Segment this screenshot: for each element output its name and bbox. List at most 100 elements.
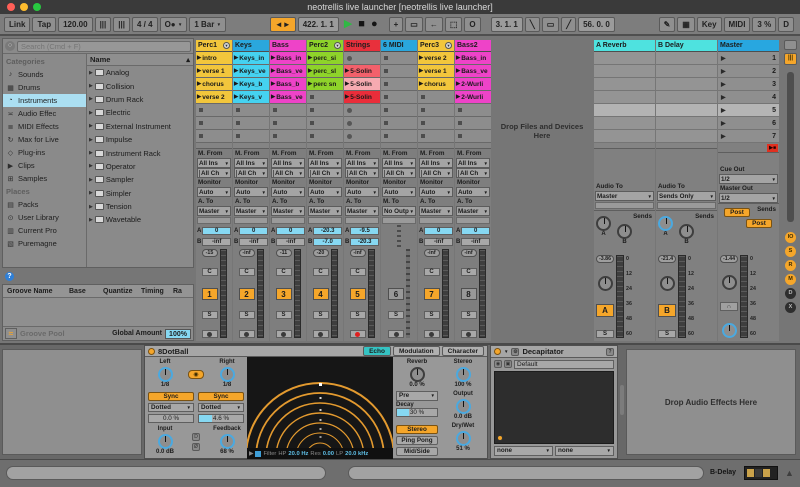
expand-icon[interactable]: ▶ (89, 163, 93, 169)
list-item[interactable]: ▶Drum Rack (87, 93, 193, 106)
expand-icon[interactable]: ▶ (89, 70, 93, 76)
volume-field[interactable]: -inf (461, 249, 477, 257)
quantize-header[interactable]: Quantize (103, 288, 141, 295)
expand-icon[interactable]: ▶ (89, 190, 93, 196)
clip-record-icon[interactable] (347, 121, 352, 126)
scene-play-icon[interactable]: ▶ (721, 55, 726, 62)
track-header[interactable]: Perc2▼ (307, 40, 343, 52)
clip-stop-icon[interactable] (384, 108, 388, 112)
clip-stop-icon[interactable] (273, 121, 277, 125)
scene-play-icon[interactable]: ▶ (721, 120, 726, 127)
clip-play-icon[interactable]: ▶ (308, 55, 312, 61)
scene-slot[interactable]: ▶7 (718, 130, 779, 143)
send-b-field[interactable]: -inf (202, 238, 231, 246)
follow-button[interactable]: ◄► (270, 17, 296, 32)
cue-volume-knob[interactable] (722, 323, 737, 338)
link-button[interactable]: Link (4, 17, 30, 32)
list-item[interactable]: ▶Instrument Rack (87, 146, 193, 159)
expand-icon[interactable]: ▶ (89, 137, 93, 143)
empty-clip-slot[interactable] (307, 117, 343, 130)
scene-play-icon[interactable]: ▶ (721, 107, 726, 114)
send-b-field[interactable]: -7.0 (313, 238, 342, 246)
left-offset-field[interactable]: 0.0 % (148, 414, 194, 423)
clip-stop-icon[interactable] (458, 134, 462, 138)
empty-clip-slot[interactable] (307, 130, 343, 143)
tab-echo[interactable]: Echo (363, 346, 391, 356)
stop-all-clips-button[interactable]: ▶■ (767, 144, 778, 152)
clip-slot[interactable]: ▶Bass_ve (455, 65, 491, 78)
monitor-select[interactable]: Auto▼ (271, 187, 305, 197)
scene-slot[interactable]: ▶3 (718, 78, 779, 91)
output-select[interactable]: Master▼ (456, 206, 490, 216)
arm-button[interactable] (202, 330, 218, 338)
level-meter[interactable] (257, 249, 264, 338)
input-type-select[interactable]: All Ins▼ (419, 158, 453, 168)
clip-slot[interactable]: ▶2-Wurli (455, 91, 491, 104)
clip-stop-icon[interactable] (310, 121, 314, 125)
clip-slot[interactable]: ▶Bass_in (455, 52, 491, 65)
track-header[interactable]: Strings (344, 40, 380, 52)
mixer-view-icon[interactable]: ||| (784, 53, 797, 65)
clip-slot[interactable]: ▶Bass_ve (270, 91, 306, 104)
track-header[interactable]: B Delay (656, 40, 717, 52)
clip-play-icon[interactable]: ▶ (234, 81, 238, 87)
scene-overview-button[interactable] (784, 40, 797, 50)
filter-toggle-icon[interactable] (255, 451, 261, 457)
reverb-knob[interactable] (410, 367, 425, 382)
output-select[interactable]: Master▼ (234, 206, 268, 216)
monitor-select[interactable]: Auto▼ (382, 187, 416, 197)
wrench-icon[interactable]: ⚙ (511, 348, 519, 356)
scene-play-icon[interactable]: ▶ (721, 94, 726, 101)
clip-slot[interactable]: ▶verse 1 (418, 65, 454, 78)
input-channel-select[interactable]: All Ch▼ (308, 168, 342, 178)
loop-button[interactable]: ▭ (542, 17, 560, 32)
sidebar-item-samples[interactable]: ⊞Samples (3, 172, 86, 185)
input-channel-select[interactable]: All Ch▼ (382, 168, 416, 178)
clip-slot[interactable]: ▶Keys_ve (233, 65, 269, 78)
empty-clip-slot[interactable] (344, 52, 380, 65)
clip-stop-icon[interactable] (199, 108, 203, 112)
output-select[interactable]: Master▼ (197, 206, 231, 216)
clip-slot[interactable]: ▶chorus (196, 78, 232, 91)
list-item[interactable]: ▶Tension (87, 200, 193, 213)
clip-slot[interactable]: ▶Keys_v (233, 91, 269, 104)
clip-slot[interactable]: ▶intro (196, 52, 232, 65)
track-activator[interactable]: 2 (239, 288, 255, 300)
timing-header[interactable]: Timing (141, 288, 173, 295)
sidebar-item-instruments[interactable]: ◔Instruments (3, 94, 86, 107)
empty-clip-slot[interactable] (381, 117, 417, 130)
list-item[interactable]: ▶Impulse (87, 133, 193, 146)
input-type-select[interactable]: All Ins▼ (271, 158, 305, 168)
clip-slot[interactable]: ▶verse 2 (196, 91, 232, 104)
drop-audio-effects-zone[interactable]: Drop Audio Effects Here (626, 349, 796, 455)
lp-freq-field[interactable]: 20.0 kHz (345, 451, 368, 457)
scene-slot[interactable]: ▶2 (718, 65, 779, 78)
tap-tempo-button[interactable]: Tap (32, 17, 56, 32)
left-sync-button[interactable]: Sync (148, 392, 194, 401)
track-header[interactable]: A Reverb (594, 40, 655, 52)
mixer-section-toggle[interactable]: M (785, 274, 796, 285)
back-to-arrangement-button[interactable]: ← (425, 17, 443, 32)
clip-play-icon[interactable]: ▶ (419, 68, 423, 74)
empty-clip-slot[interactable] (344, 104, 380, 117)
help-icon[interactable]: ? (606, 348, 614, 356)
capture-midi-button[interactable]: O (464, 17, 480, 32)
output-select[interactable]: Master▼ (419, 206, 453, 216)
output-select[interactable]: Master▼ (308, 206, 342, 216)
left-sync-mode-select[interactable]: Dotted▼ (148, 403, 194, 412)
list-item[interactable]: ▶Collision (87, 79, 193, 92)
list-item[interactable]: ▶Wavetable (87, 213, 193, 226)
level-meter[interactable] (220, 249, 227, 338)
volume-field[interactable]: -inf (239, 249, 255, 257)
send-b-field[interactable]: -inf (239, 238, 268, 246)
empty-clip-slot[interactable] (418, 91, 454, 104)
send-a-pre-post-toggle[interactable]: Post (724, 208, 750, 217)
arrangement-position-field[interactable]: 422. 1. 1 (298, 17, 339, 32)
expand-icon[interactable]: ▶ (89, 217, 93, 223)
list-item[interactable]: ▶Analog (87, 66, 193, 79)
sidebar-item-user-library[interactable]: ⊙User Library (3, 211, 86, 224)
clip-slot[interactable]: ▶verse 2 (418, 52, 454, 65)
draw-mode-button[interactable]: ✎ (659, 17, 676, 32)
arm-button[interactable] (276, 330, 292, 338)
session-record-button[interactable]: ⬚ (445, 17, 463, 32)
